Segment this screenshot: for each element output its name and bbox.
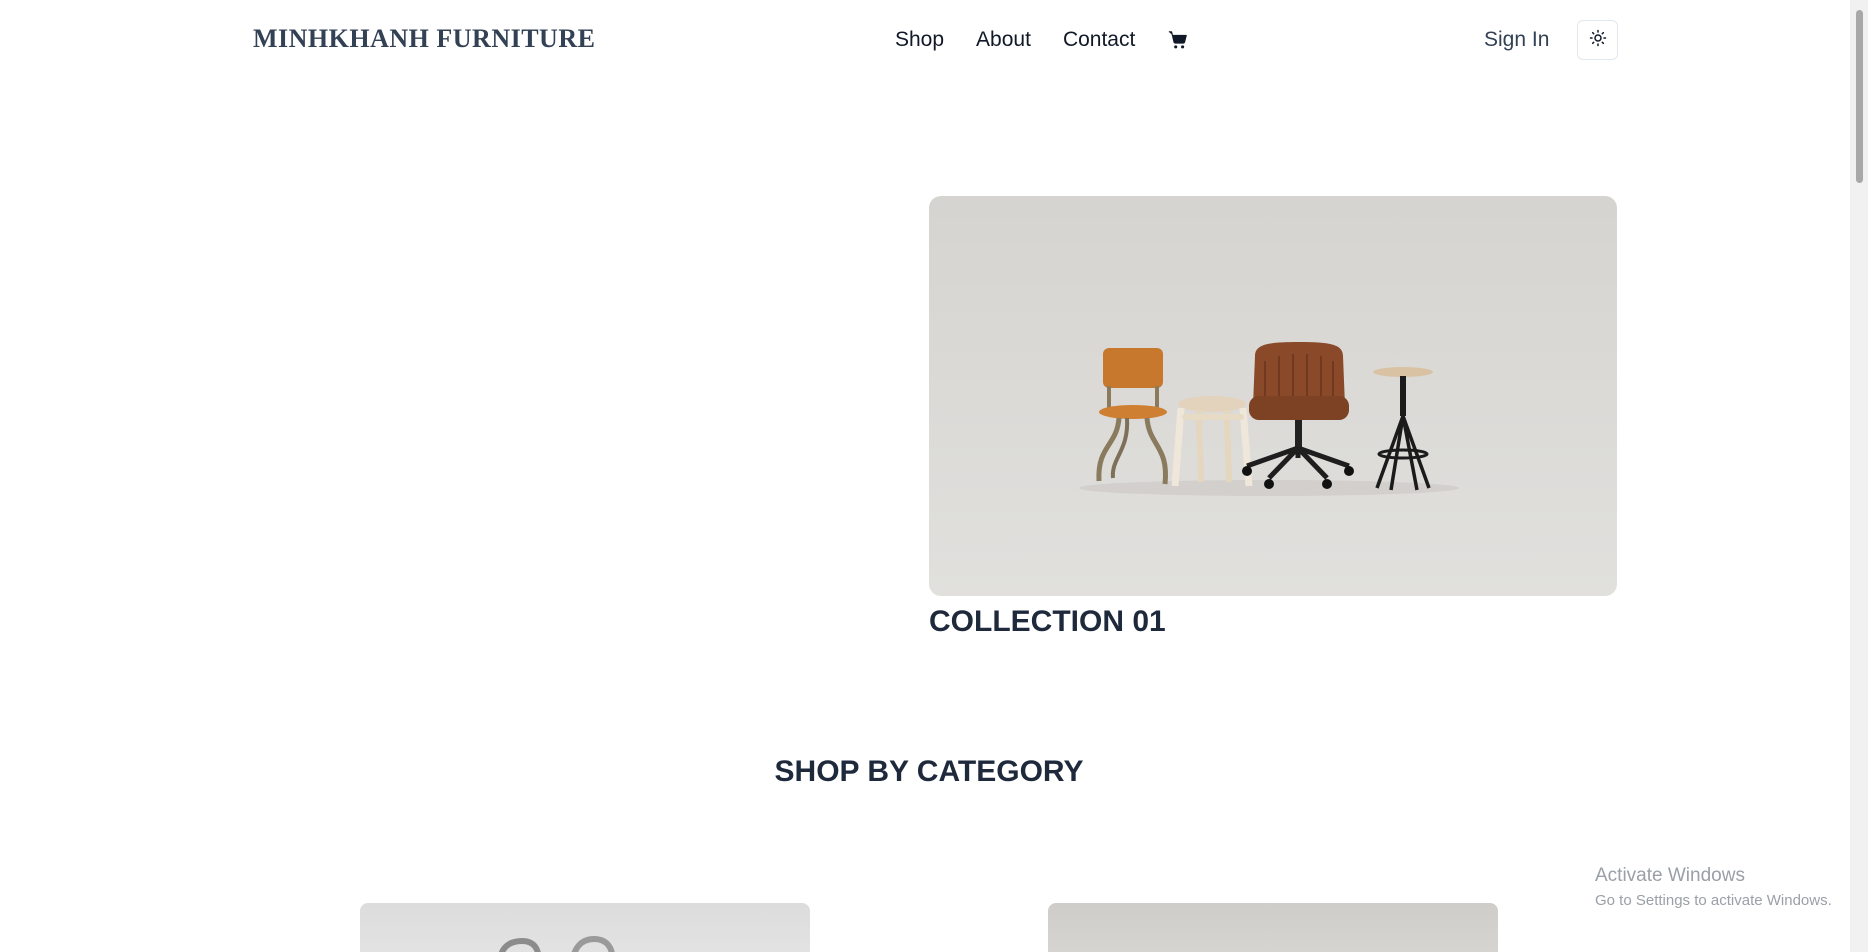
nav-contact-link[interactable]: Contact: [1063, 28, 1135, 52]
collection-caption[interactable]: COLLECTION 01: [929, 605, 1166, 639]
stool-illustration: [1171, 396, 1253, 487]
category-card[interactable]: [1048, 903, 1498, 952]
nav-shop-link[interactable]: Shop: [895, 28, 944, 52]
wooden-chair-illustration: [1096, 348, 1169, 485]
category-card[interactable]: [360, 903, 810, 952]
theme-toggle-button[interactable]: [1577, 20, 1618, 60]
activate-windows-watermark: Activate Windows Go to Settings to activ…: [1595, 865, 1832, 909]
shop-by-category-heading: SHOP BY CATEGORY: [774, 755, 1084, 788]
vertical-scrollbar[interactable]: [1850, 0, 1868, 952]
activate-windows-title: Activate Windows: [1595, 865, 1745, 886]
activate-windows-subtitle: Go to Settings to activate Windows.: [1595, 892, 1832, 909]
nav-about-link[interactable]: About: [976, 28, 1031, 52]
collection-hero-image[interactable]: [929, 196, 1617, 596]
sun-icon: [1589, 29, 1607, 52]
office-chair-illustration: [1242, 342, 1354, 489]
site-header: MINHKHANH FURNITURE Shop About Contact S…: [0, 0, 1850, 80]
scrollbar-thumb[interactable]: [1856, 10, 1863, 183]
sign-in-link[interactable]: Sign In: [1484, 28, 1549, 52]
main-nav: Shop About Contact: [895, 28, 1189, 52]
bar-stool-illustration: [1373, 367, 1433, 491]
brand-logo[interactable]: MINHKHANH FURNITURE: [253, 24, 595, 54]
shopping-cart-icon[interactable]: [1167, 29, 1189, 51]
